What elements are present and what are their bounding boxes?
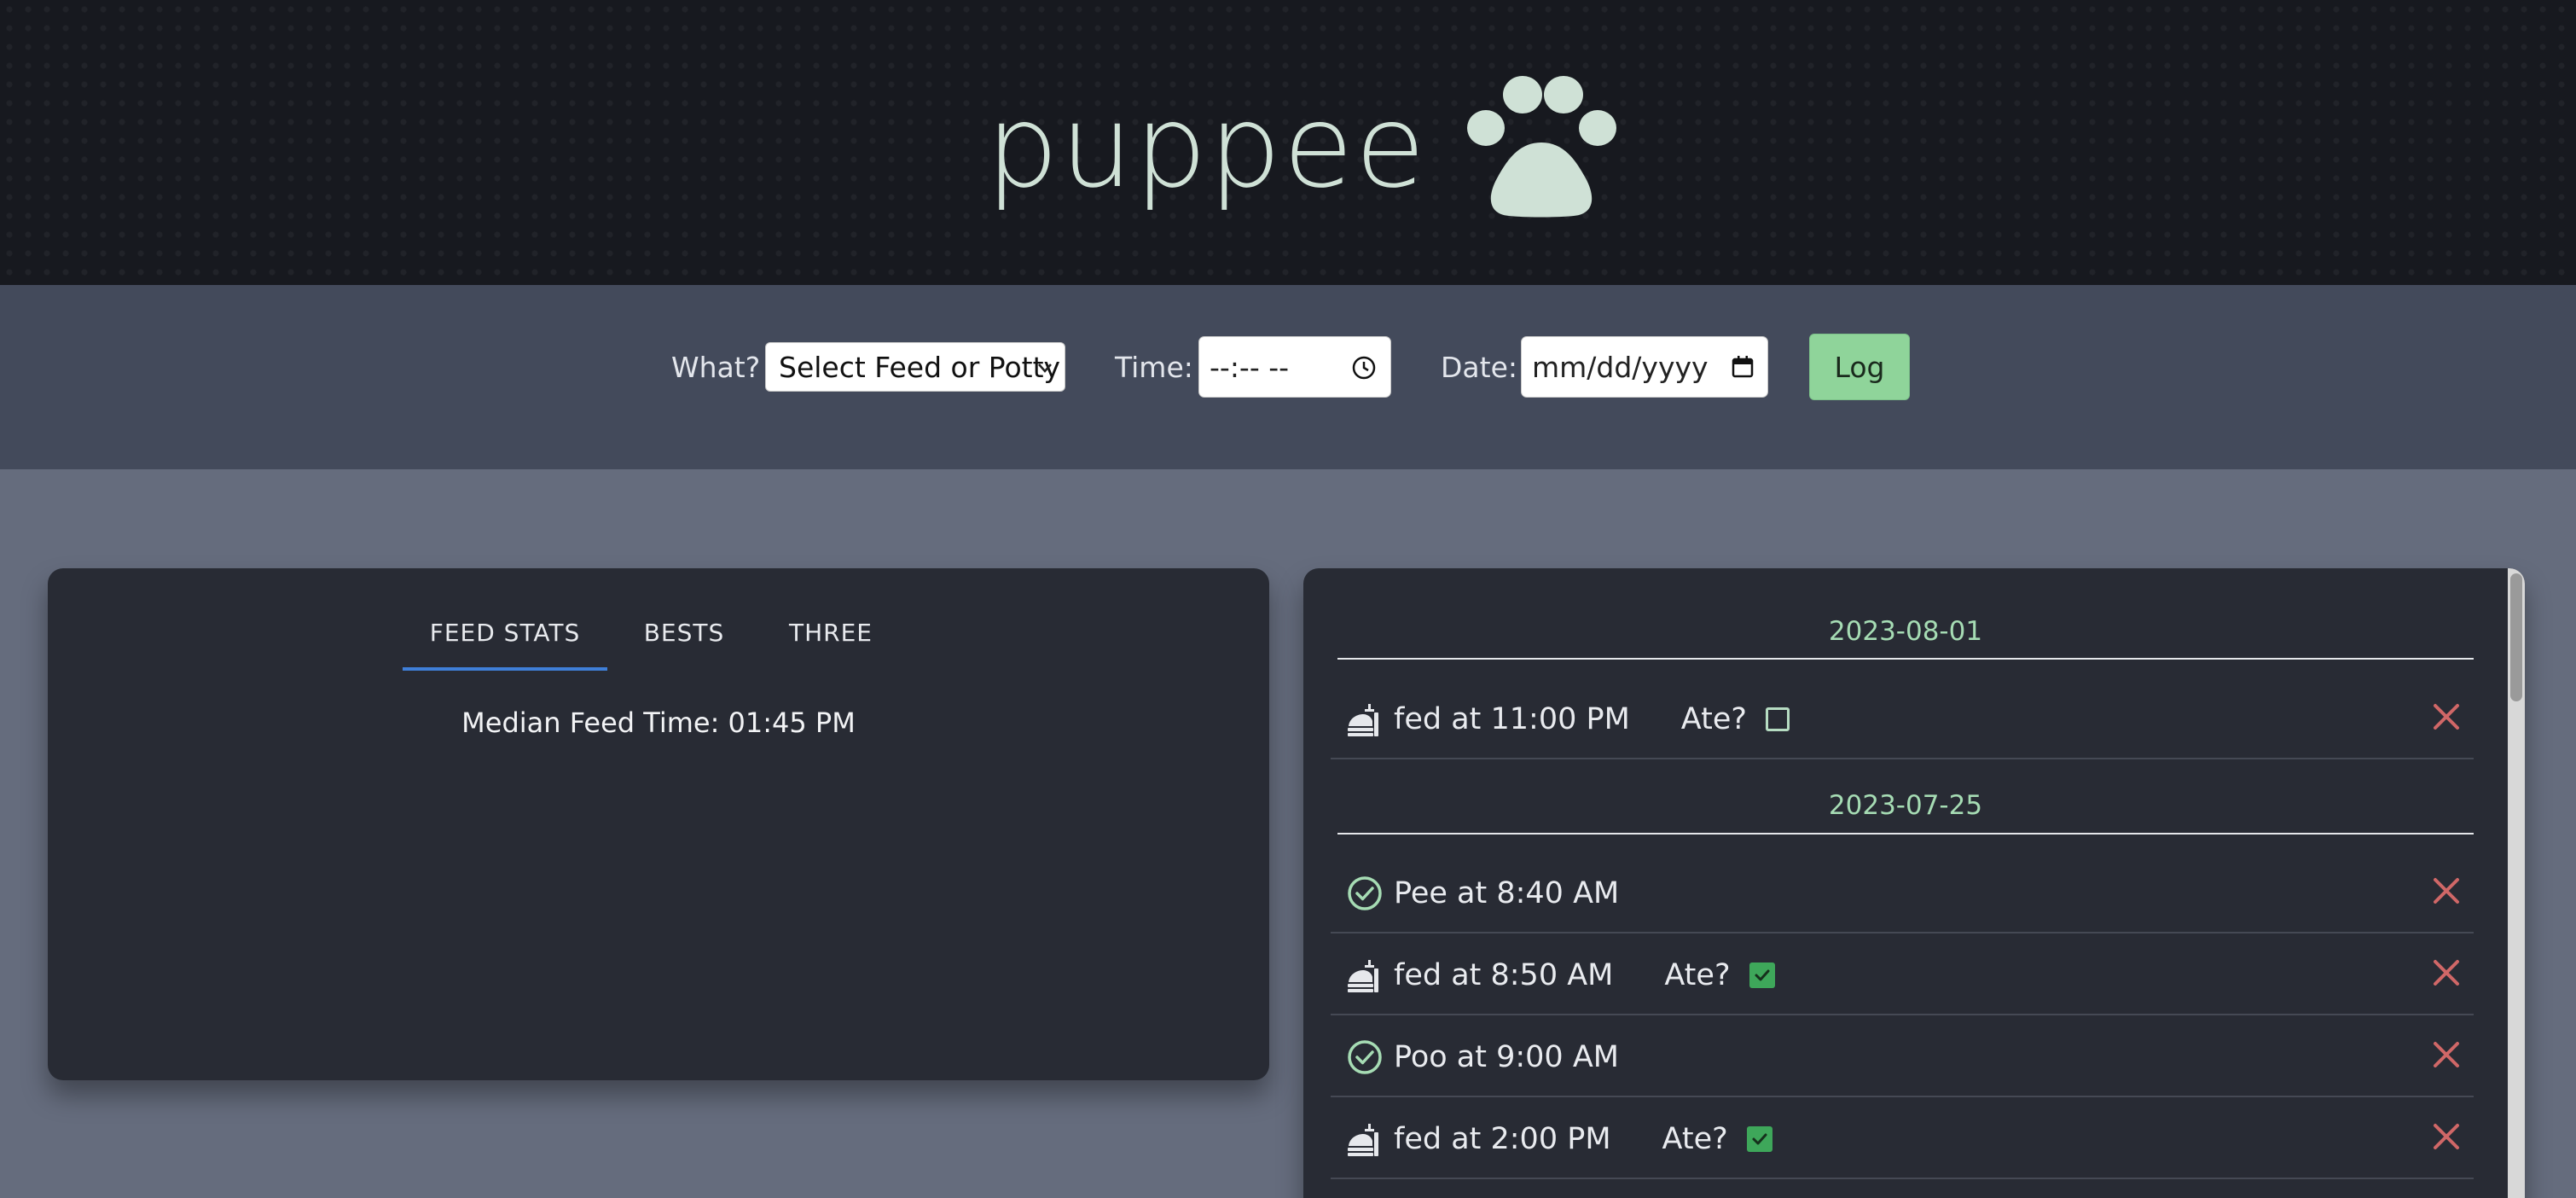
date-input[interactable]: mm/dd/yyyy [1521,336,1768,398]
food-icon [1348,1124,1378,1156]
date-input-value: mm/dd/yyyy [1532,350,1709,384]
row-divider [1331,1178,2474,1179]
what-select[interactable]: Select Feed or Potty [765,342,1065,392]
ate-group: Ate? [1681,702,1790,736]
time-input-value: --:-- -- [1210,350,1290,384]
stats-card: FEED STATS BESTS THREE Median Feed Time:… [48,568,1269,1080]
row-divider [1331,1014,2474,1015]
delete-icon[interactable] [2431,1121,2462,1152]
delete-icon[interactable] [2431,701,2462,732]
ate-checkbox[interactable] [1749,962,1775,988]
stats-tabs: FEED STATS BESTS THREE [403,614,908,671]
ate-group: Ate? [1662,1122,1772,1156]
scrollbar-thumb[interactable] [2510,573,2522,701]
log-entry-feed: fed at 8:50 AM Ate? [1346,951,1775,1000]
tab-feed-stats[interactable]: FEED STATS [403,614,607,671]
entry-text: Poo at 9:00 AM [1394,1040,1619,1074]
checkmark-icon [1755,969,1770,981]
entry-text: fed at 11:00 PM [1394,702,1630,736]
log-scrollbar[interactable] [2508,568,2525,1198]
what-select-value: Select Feed or Potty [779,350,1061,384]
brand: puppee [986,70,1616,224]
date-heading: 2023-07-25 [1828,790,1983,821]
time-input[interactable]: --:-- -- [1198,336,1391,398]
log-entry-potty: Pee at 8:40 AM [1346,869,1619,918]
ate-checkbox[interactable] [1746,1126,1772,1152]
chevron-down-icon [1038,363,1052,373]
header: puppee [0,0,2576,285]
delete-icon[interactable] [2431,1039,2462,1070]
calendar-icon[interactable] [1730,354,1755,380]
date-divider [1337,833,2474,835]
ate-checkbox[interactable] [1765,707,1790,731]
log-list-card: 2023-08-01 fed at 11:00 PM Ate? 2023-07-… [1303,568,2525,1198]
tab-three[interactable]: THREE [754,614,908,671]
entry-text: fed at 8:50 AM [1394,958,1614,992]
entry-text: Pee at 8:40 AM [1394,876,1620,910]
entry-text: fed at 2:00 PM [1394,1122,1611,1156]
check-circle-icon [1348,1040,1382,1074]
log-entry-feed: fed at 11:00 PM Ate? [1346,695,1790,744]
date-divider [1337,658,2474,660]
delete-icon[interactable] [2431,957,2462,988]
log-entry-potty: Poo at 9:00 AM [1346,1032,1619,1082]
what-label: What? [671,351,761,384]
ate-label: Ate? [1662,1122,1728,1156]
delete-icon[interactable] [2431,875,2462,906]
paw-icon [1467,76,1616,218]
food-icon [1348,704,1378,736]
row-divider [1331,758,2474,759]
log-entry-feed: fed at 2:00 PM Ate? [1346,1114,1772,1164]
log-button[interactable]: Log [1809,334,1910,400]
median-feed-time: Median Feed Time: 01:45 PM [461,707,856,739]
check-circle-icon [1348,876,1382,910]
food-icon [1348,960,1378,992]
ate-label: Ate? [1664,958,1731,992]
clock-icon[interactable] [1351,355,1377,381]
checkmark-icon [1752,1133,1767,1145]
row-divider [1331,932,2474,933]
ate-group: Ate? [1664,958,1775,992]
date-label: Date: [1441,351,1517,384]
date-heading: 2023-08-01 [1828,616,1983,647]
time-label: Time: [1115,351,1193,384]
app-title: puppee [986,80,1427,213]
ate-label: Ate? [1680,702,1747,736]
row-divider [1331,1096,2474,1097]
tab-bests[interactable]: BESTS [607,614,761,671]
